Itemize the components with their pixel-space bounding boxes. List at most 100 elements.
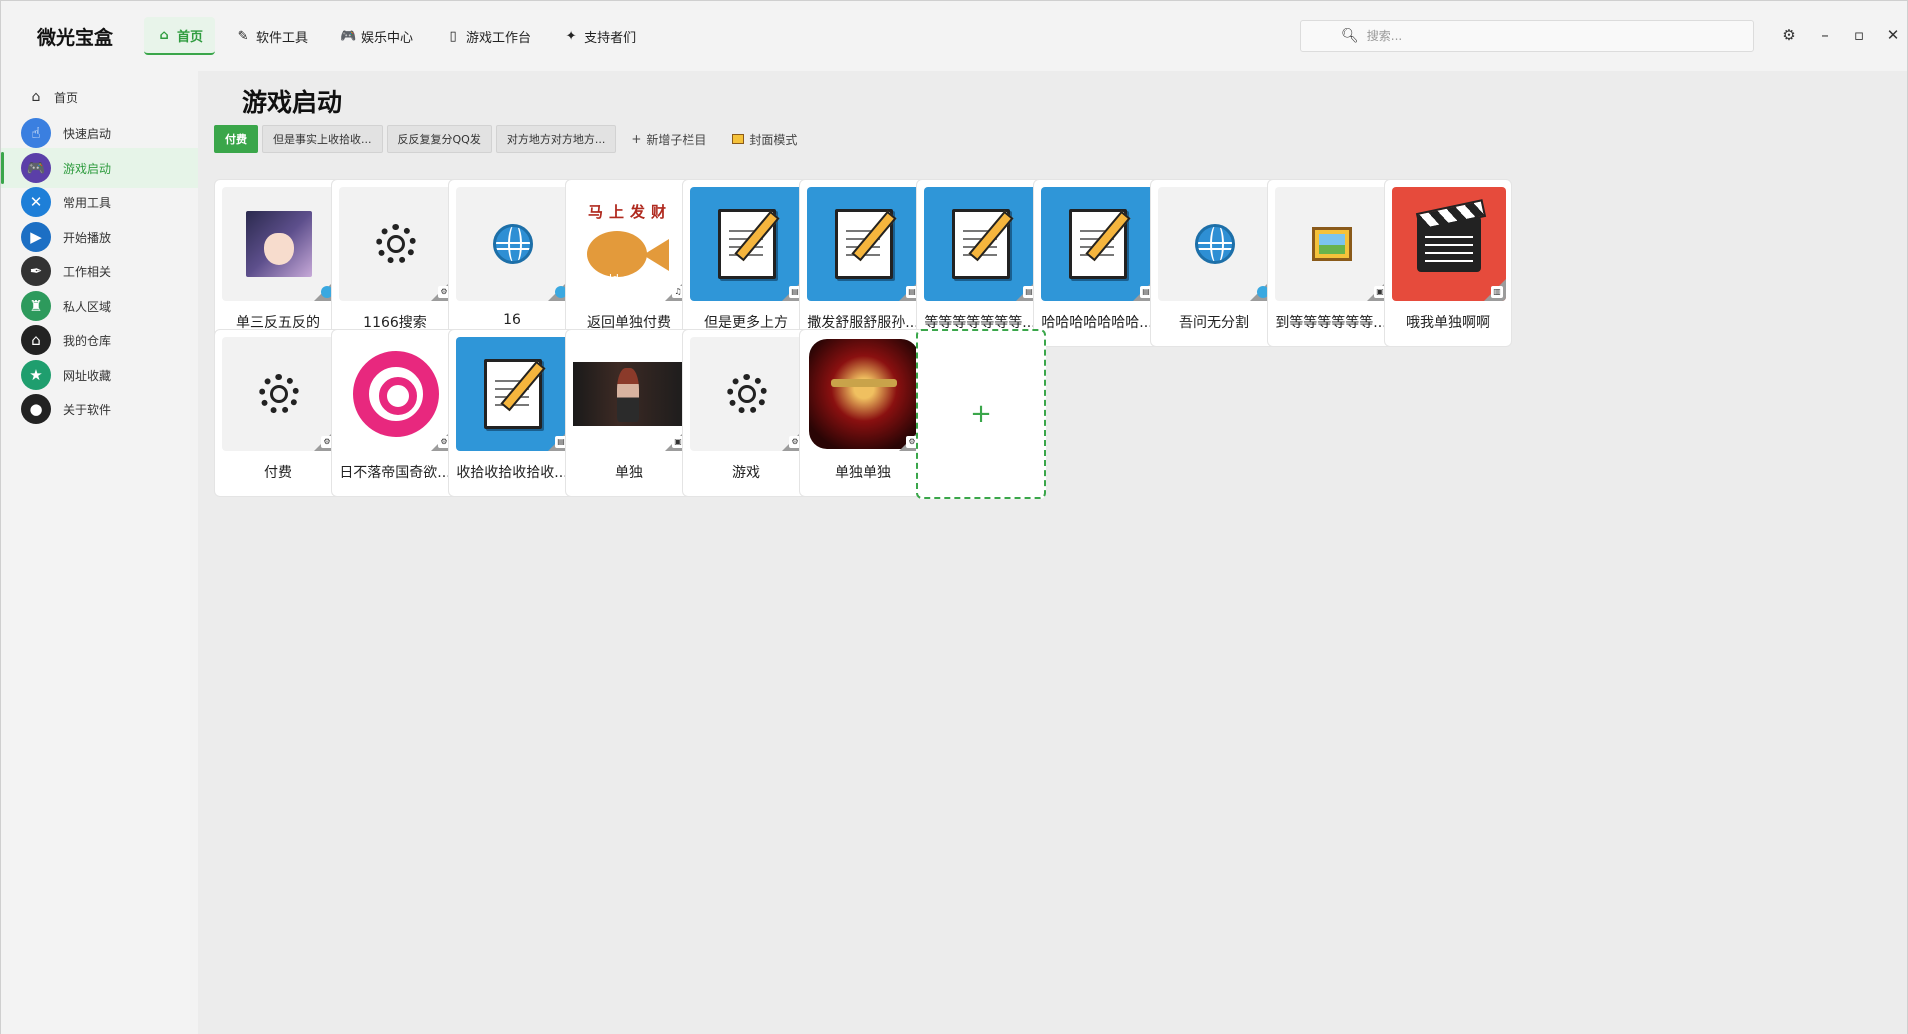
maximize-button[interactable]: ▫ bbox=[1847, 23, 1871, 47]
card-thumbnail bbox=[807, 187, 921, 301]
card-thumbnail bbox=[339, 187, 453, 301]
sidebar-item-0[interactable]: ⌂ 首页 bbox=[1, 77, 198, 117]
card-thumbnail bbox=[222, 187, 336, 301]
minimize-button[interactable]: – bbox=[1813, 23, 1837, 47]
sidebar-item-5[interactable]: ✒ 工作相关 bbox=[1, 251, 198, 291]
launcher-card[interactable]: 16 bbox=[448, 179, 576, 347]
card-thumbnail bbox=[1275, 187, 1389, 301]
main-content: 游戏启动 付费 但是事实上收拾收... 反反复复分QQ发 对方地方对方地方...… bbox=[198, 71, 1907, 1034]
character-photo-image bbox=[573, 362, 687, 426]
launcher-card[interactable]: ⚙ 付费 bbox=[214, 329, 342, 497]
gear-icon bbox=[259, 374, 299, 414]
launcher-card[interactable]: ▤ 收拾收拾收拾收... bbox=[448, 329, 576, 497]
tv-play-icon: ▶ bbox=[21, 222, 51, 252]
sidebar-item-label: 游戏启动 bbox=[63, 161, 112, 176]
launcher-card[interactable]: 马上发财 updd.cc ♫ 返回单独付费 bbox=[565, 179, 693, 347]
fish-tail bbox=[643, 239, 669, 271]
anime-avatar-image bbox=[246, 211, 312, 277]
sidebar-item-label: 首页 bbox=[54, 90, 79, 105]
sidebar-item-7[interactable]: ⌂ 我的仓库 bbox=[1, 320, 198, 360]
launcher-card[interactable]: ▣ 单独 bbox=[565, 329, 693, 497]
tab-0[interactable]: 付费 bbox=[214, 125, 258, 153]
search-input[interactable] bbox=[1366, 29, 1727, 43]
add-subcategory-label: 新增子栏目 bbox=[646, 132, 707, 147]
card-thumbnail bbox=[339, 337, 453, 451]
launcher-card[interactable]: ▤ 但是更多上方 bbox=[682, 179, 810, 347]
nav-item-2[interactable]: 🎮 娱乐中心 bbox=[328, 17, 425, 55]
sidebar: ⌂ 首页 ☝ 快速启动 🎮 游戏启动 ✕ 常用工具 ▶ 开始播放 ✒ 工作相关 ♜ 私人区域 ⌂ 我的仓库 ★ 网… bbox=[1, 71, 198, 1034]
card-thumbnail: 马上发财 updd.cc bbox=[573, 187, 687, 301]
card-label: 到等等等等等等... bbox=[1275, 315, 1387, 331]
launcher-card[interactable]: ▤ 哈哈哈哈哈哈哈... bbox=[1033, 179, 1161, 347]
search-icon: 🔍︎ bbox=[1341, 28, 1359, 44]
fish-logo-title: 马上发财 bbox=[587, 203, 672, 221]
nav-item-label: 首页 bbox=[177, 29, 204, 45]
document-edit-icon bbox=[835, 209, 893, 279]
picture-icon bbox=[1312, 227, 1352, 261]
close-button[interactable]: ✕ bbox=[1881, 23, 1905, 47]
document-edit-icon bbox=[1069, 209, 1127, 279]
card-thumbnail bbox=[222, 337, 336, 451]
nav-item-1[interactable]: ✎ 软件工具 bbox=[223, 17, 320, 55]
card-label: 付费 bbox=[264, 465, 292, 481]
sidebar-item-9[interactable]: ● 关于软件 bbox=[1, 389, 198, 429]
tab-3[interactable]: 对方地方对方地方... bbox=[495, 125, 617, 153]
globe-icon bbox=[493, 224, 533, 264]
fish-logo-url: updd.cc bbox=[591, 272, 635, 285]
launcher-card[interactable]: ⚙ 单独单独 bbox=[799, 329, 927, 497]
add-item-button[interactable]: + bbox=[916, 329, 1046, 499]
nav-item-4[interactable]: ✦ 支持者们 bbox=[551, 17, 648, 55]
card-thumbnail bbox=[690, 187, 804, 301]
nav-item-0[interactable]: ⌂ 首页 bbox=[144, 17, 216, 55]
gear-icon bbox=[376, 224, 416, 264]
add-subcategory-button[interactable]: + 新增子栏目 bbox=[620, 125, 717, 153]
launcher-card[interactable]: 吾问无分割 bbox=[1150, 179, 1278, 347]
card-label: 日不落帝国奇欲... bbox=[339, 465, 451, 481]
sidebar-item-label: 关于软件 bbox=[63, 402, 112, 417]
launcher-card[interactable]: ⚙ 1166搜索 bbox=[331, 179, 459, 347]
fish-body bbox=[587, 231, 647, 277]
sidebar-item-label: 网址收藏 bbox=[63, 368, 112, 383]
globe-icon bbox=[1195, 224, 1235, 264]
pencil-icon: ✎ bbox=[237, 28, 249, 44]
clapperboard-icon bbox=[1417, 216, 1481, 272]
tab-1[interactable]: 但是事实上收拾收... bbox=[262, 125, 383, 153]
card-thumbnail bbox=[456, 337, 570, 451]
home-icon: ⌂ bbox=[159, 27, 169, 43]
gear-icon bbox=[727, 374, 767, 414]
launcher-card[interactable]: ⚙ 游戏 bbox=[682, 329, 810, 497]
card-label: 收拾收拾收拾收... bbox=[456, 465, 568, 481]
tab-2[interactable]: 反反复复分QQ发 bbox=[386, 125, 492, 153]
sidebar-item-1[interactable]: ☝ 快速启动 bbox=[1, 113, 198, 153]
pointer-hand-icon: ☝ bbox=[21, 118, 51, 148]
card-label: 16 bbox=[503, 312, 521, 328]
nav-item-label: 支持者们 bbox=[584, 30, 637, 46]
launcher-card[interactable]: ⚙ 日不落帝国奇欲... bbox=[331, 329, 459, 497]
card-thumbnail bbox=[924, 187, 1038, 301]
launcher-card[interactable]: 单三反五反的 bbox=[214, 179, 342, 347]
nav-item-3[interactable]: ▯ 游戏工作台 bbox=[433, 17, 543, 55]
card-label: 单独单独 bbox=[835, 465, 891, 481]
settings-icon[interactable]: ⚙ bbox=[1777, 23, 1801, 47]
sidebar-item-label: 私人区域 bbox=[63, 299, 112, 314]
card-thumbnail bbox=[1041, 187, 1155, 301]
card-thumbnail bbox=[1392, 187, 1506, 301]
github-icon: ● bbox=[21, 394, 51, 424]
subcategory-tabs: 付费 但是事实上收拾收... 反反复复分QQ发 对方地方对方地方... + 新增… bbox=[214, 125, 808, 153]
sidebar-item-3[interactable]: ✕ 常用工具 bbox=[1, 182, 198, 222]
picture-icon bbox=[732, 134, 745, 144]
card-label: 单独 bbox=[615, 465, 643, 481]
document-icon: ▯ bbox=[449, 28, 457, 44]
person-block-icon: ♜ bbox=[21, 291, 51, 321]
title-bar: 微光宝盒 ⌂ 首页 ✎ 软件工具 🎮娱乐中心 ▯ 游戏工作台 ✦ 支持者们 🔍︎ ⚙ – ▫ ✕ bbox=[1, 1, 1907, 71]
page-title: 游戏启动 bbox=[242, 88, 343, 117]
launcher-card[interactable]: ▣ 到等等等等等等... bbox=[1267, 179, 1395, 347]
swirl-logo-icon bbox=[353, 351, 439, 437]
launcher-card[interactable]: ▤ 等等等等等等等... bbox=[916, 179, 1044, 347]
nav-item-label: 娱乐中心 bbox=[361, 30, 414, 46]
launcher-card[interactable]: ▥ 哦我单独啊啊 bbox=[1384, 179, 1512, 347]
cover-mode-label: 封面模式 bbox=[749, 132, 798, 147]
launcher-card[interactable]: ▤ 撒发舒服舒服孙... bbox=[799, 179, 927, 347]
search-box[interactable]: 🔍︎ bbox=[1300, 20, 1754, 52]
cover-mode-button[interactable]: 封面模式 bbox=[721, 125, 808, 153]
